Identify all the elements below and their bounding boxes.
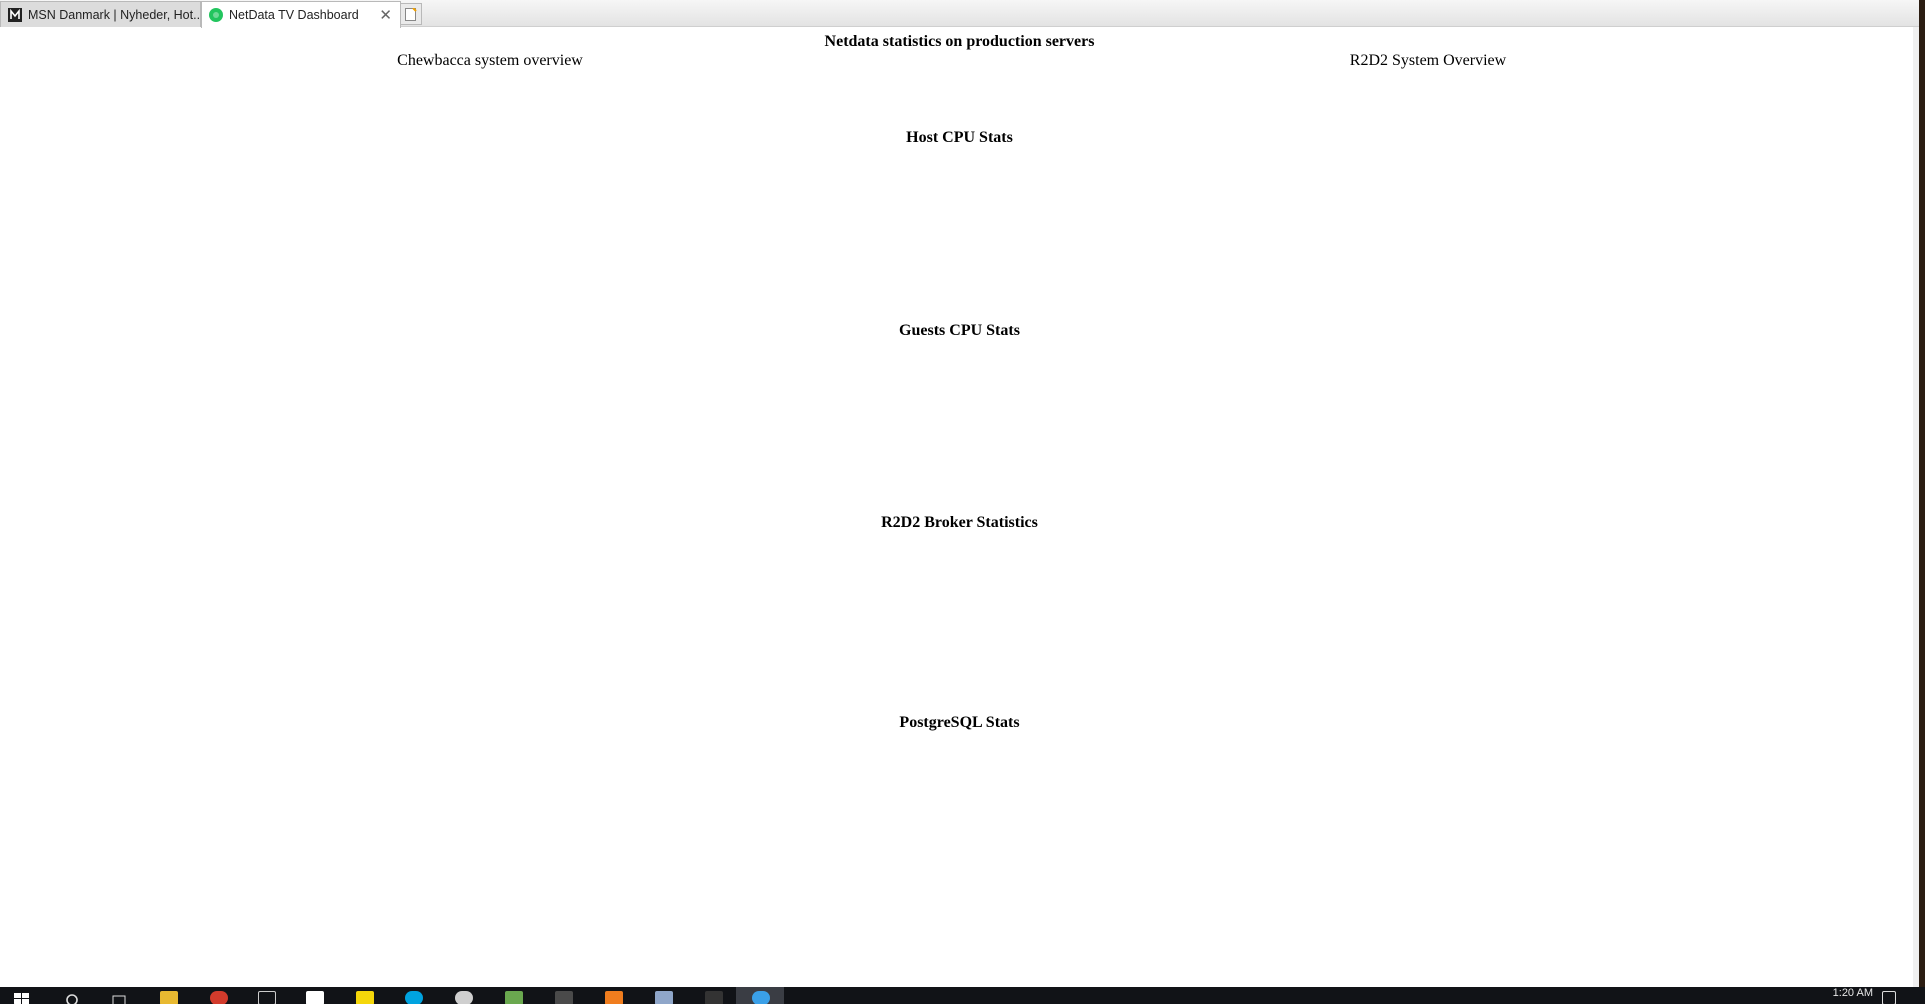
page-scrollbar[interactable] (1913, 27, 1919, 987)
box-app-icon[interactable] (655, 991, 673, 1004)
netdata-icon (208, 7, 224, 23)
search-icon[interactable] (64, 991, 82, 1004)
browser-window: MSN Danmark | Nyheder, Hot... NetData TV… (0, 0, 1919, 987)
msn-icon (7, 7, 23, 23)
tab-netdata-label: NetData TV Dashboard (229, 8, 359, 22)
tab-msn[interactable]: MSN Danmark | Nyheder, Hot... (0, 1, 201, 27)
guests-cpu-section-title: Guests CPU Stats (899, 322, 1020, 339)
new-tab-icon (405, 7, 417, 21)
tab-netdata[interactable]: NetData TV Dashboard ✕ (201, 1, 401, 28)
browser-icon[interactable] (752, 991, 770, 1004)
task-view-icon[interactable] (110, 991, 128, 1004)
settings-icon[interactable] (455, 991, 473, 1004)
store-icon[interactable] (258, 991, 276, 1004)
r2d2-broker-section-title: R2D2 Broker Statistics (881, 514, 1038, 531)
close-tab-icon[interactable]: ✕ (379, 6, 392, 24)
taskbar: 1:20 AM (0, 987, 1925, 1004)
tab-msn-label: MSN Danmark | Nyheder, Hot... (28, 7, 201, 22)
action-center-icon[interactable] (1882, 991, 1896, 1004)
app-icon-2[interactable] (705, 991, 723, 1004)
page-content: Netdata statistics on production servers… (0, 27, 1919, 987)
windows-start-icon[interactable] (14, 991, 30, 1004)
dark-app-icon[interactable] (555, 991, 573, 1004)
chrome-icon[interactable] (210, 991, 228, 1004)
new-tab-button[interactable] (400, 3, 422, 25)
sticky-notes-icon[interactable] (356, 991, 374, 1004)
page-title: Netdata statistics on production servers (824, 33, 1095, 50)
chewbacca-overview-title: Chewbacca system overview (397, 52, 583, 69)
file-explorer-icon[interactable] (160, 991, 178, 1004)
orange-app-icon[interactable] (605, 991, 623, 1004)
taskbar-clock[interactable]: 1:20 AM (1833, 987, 1873, 999)
r2d2-overview-title: R2D2 System Overview (1349, 52, 1507, 69)
skype-icon[interactable] (405, 991, 423, 1004)
host-cpu-section-title: Host CPU Stats (906, 129, 1013, 146)
app-icon[interactable] (306, 991, 324, 1004)
postgresql-section-title: PostgreSQL Stats (899, 714, 1020, 731)
tab-bar: MSN Danmark | Nyheder, Hot... NetData TV… (0, 0, 1919, 28)
green-app-icon[interactable] (505, 991, 523, 1004)
overview-row: Chewbacca system overview R2D2 System Ov… (0, 52, 1919, 74)
